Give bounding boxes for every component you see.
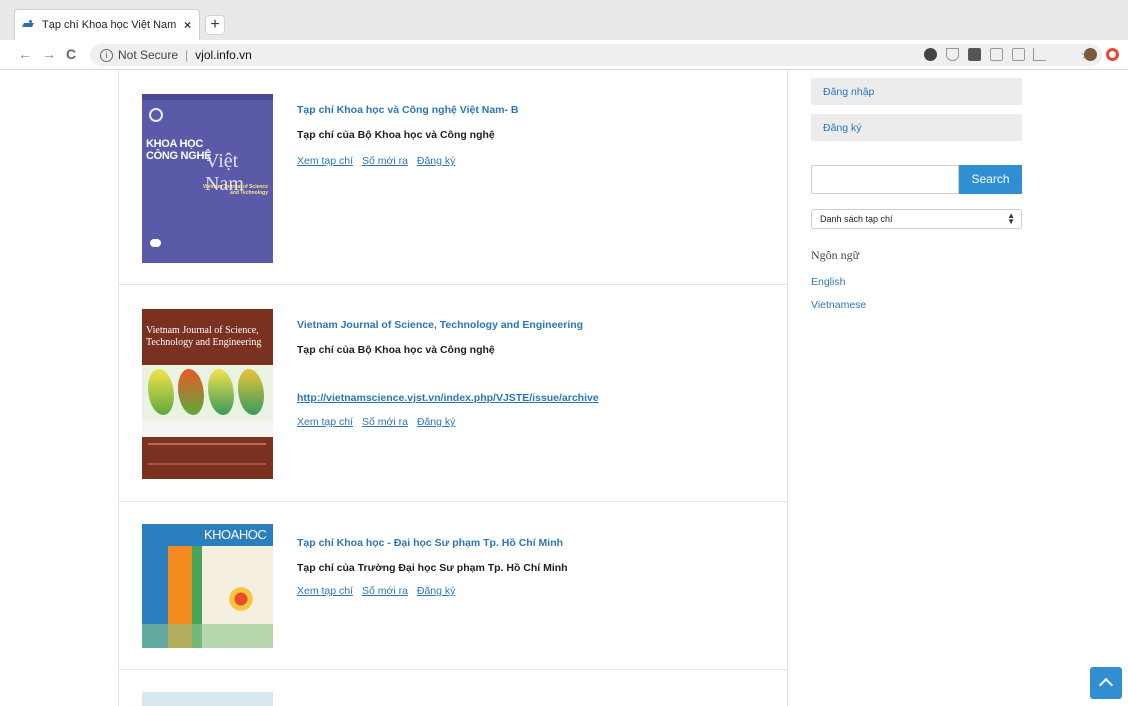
journal-actions: Xem tạp chí Số mới ra Đăng ký bbox=[297, 155, 519, 167]
journal-cover-image[interactable]: Vietnam Journal of Science, Technology an… bbox=[142, 309, 273, 479]
search-input[interactable] bbox=[811, 165, 959, 194]
view-journal-link[interactable]: Xem tạp chí bbox=[297, 416, 353, 428]
journal-list-selected: Danh sách tạp chí bbox=[820, 214, 893, 224]
reader-icon[interactable] bbox=[1012, 48, 1025, 61]
url-separator: | bbox=[185, 48, 189, 62]
journal-publisher: Tạp chí của Trường Đại học Sư phạm Tp. H… bbox=[297, 562, 568, 574]
journal-item: Vietnam Journal of Science, Technology an… bbox=[119, 285, 787, 502]
journal-title-link[interactable]: Vietnam Journal of Science, Technology a… bbox=[297, 319, 599, 331]
language-heading: Ngôn ngữ bbox=[811, 248, 860, 262]
journal-info: Tạp chí Khoa học và Công nghệ Việt Nam- … bbox=[297, 104, 519, 167]
forward-arrow-icon[interactable]: → bbox=[42, 46, 56, 62]
screenshot-icon[interactable] bbox=[990, 48, 1003, 61]
journal-list-select[interactable]: Danh sách tạp chí ▲ ▼ bbox=[811, 209, 1022, 229]
browser-tab[interactable]: Tạp chí Khoa học Việt Nam Tr × bbox=[14, 9, 200, 40]
search-button[interactable]: Search bbox=[959, 165, 1022, 194]
journal-archive-link[interactable]: http://vietnamscience.vjst.vn/index.php/… bbox=[297, 392, 599, 404]
journal-actions: Xem tạp chí Số mới ra Đăng ký bbox=[297, 585, 568, 597]
journal-title-link[interactable]: Tạp chí Khoa học và Công nghệ Việt Nam- … bbox=[297, 104, 519, 116]
journal-publisher: Tạp chí của Bộ Khoa học và Công nghệ bbox=[297, 129, 495, 141]
view-journal-link[interactable]: Xem tạp chí bbox=[297, 155, 353, 167]
subscribe-link[interactable]: Đăng ký bbox=[417, 585, 456, 597]
scroll-to-top-button[interactable] bbox=[1090, 667, 1122, 699]
language-vietnamese-link[interactable]: Vietnamese bbox=[811, 299, 866, 311]
login-button[interactable]: Đăng nhập bbox=[811, 78, 1022, 105]
latest-issue-link[interactable]: Số mới ra bbox=[362, 155, 408, 167]
journal-title-link[interactable]: Tạp chí Khoa học - Đại học Sư phạm Tp. H… bbox=[297, 537, 568, 549]
language-english-link[interactable]: English bbox=[811, 276, 845, 288]
journal-publisher: Tạp chí của Bộ Khoa học và Công nghệ bbox=[297, 344, 495, 356]
journal-list: KHOA HỌC CÔNG NGHỆ Việt Nam Vietnam Journ… bbox=[118, 70, 788, 706]
extension-globe-icon[interactable] bbox=[924, 48, 937, 61]
journal-actions: Xem tạp chí Số mới ra Đăng ký bbox=[297, 416, 599, 428]
journal-info: Vietnam Journal of Science, Technology a… bbox=[297, 319, 599, 428]
journal-item: KHOA HỌC CÔNG NGHỆ Việt Nam Vietnam Journ… bbox=[119, 70, 787, 285]
journal-info: Tạp chí Khoa học - Đại học Sư phạm Tp. H… bbox=[297, 537, 568, 597]
flower-illustration bbox=[226, 584, 256, 614]
select-arrows-icon: ▲ ▼ bbox=[1007, 211, 1015, 226]
opera-icon[interactable] bbox=[1106, 48, 1119, 61]
latest-issue-link[interactable]: Số mới ra bbox=[362, 416, 408, 428]
journal-item bbox=[119, 670, 787, 706]
register-button[interactable]: Đăng ký bbox=[811, 114, 1022, 141]
info-icon[interactable]: i bbox=[100, 48, 113, 62]
journal-cover-image[interactable]: KHOAHOC bbox=[142, 524, 273, 648]
reload-icon[interactable]: C bbox=[66, 46, 76, 62]
share-icon[interactable] bbox=[1033, 48, 1046, 61]
subscribe-link[interactable]: Đăng ký bbox=[417, 155, 456, 167]
extension-box-icon[interactable] bbox=[968, 48, 981, 61]
browser-tab-bar: Tạp chí Khoa học Việt Nam Tr × + bbox=[0, 0, 1128, 40]
url-text: vjol.info.vn bbox=[195, 48, 252, 62]
site-favicon-icon bbox=[23, 20, 35, 30]
back-arrow-icon[interactable]: ← bbox=[18, 46, 32, 62]
security-label: Not Secure bbox=[118, 48, 179, 62]
avatar-icon[interactable] bbox=[1084, 48, 1097, 61]
latest-issue-link[interactable]: Số mới ra bbox=[362, 585, 408, 597]
tab-title: Tạp chí Khoa học Việt Nam Tr bbox=[42, 19, 178, 31]
new-tab-button[interactable]: + bbox=[205, 15, 225, 35]
pocket-icon[interactable] bbox=[946, 48, 959, 61]
journal-item: KHOAHOC Tạp chí Khoa học - Đại học Sư ph… bbox=[119, 502, 787, 670]
view-journal-link[interactable]: Xem tạp chí bbox=[297, 585, 353, 597]
journal-cover-image[interactable]: KHOA HỌC CÔNG NGHỆ Việt Nam Vietnam Journ… bbox=[142, 94, 273, 263]
emblem-icon bbox=[149, 108, 163, 122]
journal-cover-image[interactable] bbox=[142, 692, 273, 706]
subscribe-link[interactable]: Đăng ký bbox=[417, 416, 456, 428]
tab-close-icon[interactable]: × bbox=[184, 18, 191, 32]
chevron-up-icon bbox=[1098, 677, 1114, 693]
